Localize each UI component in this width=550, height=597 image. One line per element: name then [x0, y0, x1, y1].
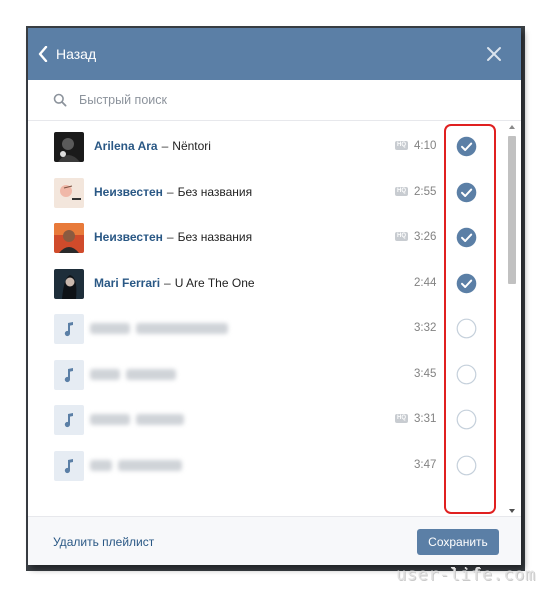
scroll-thumb[interactable] — [508, 136, 516, 284]
search-icon — [53, 93, 67, 107]
track-cover-placeholder[interactable] — [54, 314, 84, 344]
separator-dash: – — [166, 184, 174, 199]
track-cover-placeholder[interactable] — [54, 405, 84, 435]
blurred-artist — [90, 323, 130, 334]
track-title-line: Неизвестен – Без названия — [94, 185, 252, 199]
track-title-line: Arilena Ara – Nëntori — [94, 139, 211, 153]
scrollbar[interactable] — [506, 124, 518, 514]
track-duration: 3:45 — [414, 367, 437, 380]
separator-dash: – — [166, 230, 174, 244]
track-row[interactable]: HQ 3:31 — [28, 397, 503, 442]
search-input[interactable] — [77, 92, 481, 108]
dialog-header: Назад — [28, 28, 521, 80]
track-duration: 4:10 — [414, 140, 437, 152]
blurred-title — [136, 414, 184, 425]
track-name: Без названия — [177, 230, 253, 244]
unchecked-checkbox-icon[interactable] — [456, 409, 477, 430]
blurred-artist — [90, 459, 112, 471]
track-name: U Are The One — [174, 275, 255, 290]
unchecked-checkbox-icon[interactable] — [456, 318, 477, 339]
checked-checkbox-icon[interactable] — [456, 136, 477, 157]
hq-badge: HQ — [395, 414, 408, 423]
track-row[interactable]: Mari Ferrari – U Are The One 2:44 — [28, 261, 503, 306]
unchecked-checkbox-icon[interactable] — [456, 455, 477, 476]
track-row[interactable]: Неизвестен – Без названия HQ 2:55 — [28, 170, 503, 215]
track-list: Arilena Ara – Nëntori HQ 4:10 Неизвестен – Без … — [28, 124, 503, 514]
music-note-icon — [64, 322, 73, 337]
track-row[interactable]: 3:47 — [28, 443, 503, 488]
music-note-icon — [64, 458, 73, 473]
track-row[interactable]: 3:32 — [28, 306, 503, 351]
track-row[interactable]: Неизвестен – Без названия HQ 3:26 — [28, 215, 503, 260]
blurred-title — [126, 368, 176, 380]
track-duration: 3:32 — [414, 322, 437, 334]
track-cover[interactable] — [54, 132, 84, 162]
music-note-icon — [64, 367, 73, 382]
blurred-title — [136, 323, 228, 334]
track-name: Nëntori — [172, 139, 211, 153]
close-icon[interactable] — [485, 45, 503, 63]
track-artist[interactable]: Неизвестен — [94, 230, 163, 244]
scroll-down-arrow-icon[interactable] — [509, 508, 515, 514]
track-artist[interactable]: Mari Ferrari — [94, 276, 160, 290]
search-bar — [28, 80, 521, 121]
watermark: user-life.com — [396, 565, 536, 585]
hq-badge: HQ — [395, 141, 408, 150]
track-duration: 3:47 — [414, 458, 437, 471]
checked-checkbox-icon[interactable] — [456, 273, 477, 294]
dialog-footer: Удалить плейлист Сохранить — [28, 516, 521, 565]
unchecked-checkbox-icon[interactable] — [456, 364, 477, 385]
chevron-left-icon — [38, 46, 48, 62]
track-row[interactable]: 3:45 — [28, 352, 503, 397]
track-cover-placeholder[interactable] — [54, 359, 84, 390]
back-button[interactable]: Назад — [38, 42, 96, 66]
separator-dash: – — [164, 275, 171, 290]
playlist-edit-dialog: Назад Arilena Ara–NëntoriHQ4:10Неизвесте… — [28, 28, 521, 565]
track-duration: 2:44 — [414, 276, 437, 289]
track-row[interactable]: Arilena Ara – Nëntori HQ 4:10 — [28, 124, 503, 169]
hq-badge: HQ — [395, 232, 408, 241]
blurred-artist — [90, 414, 130, 425]
track-title-line: Mari Ferrari – U Are The One — [94, 276, 255, 290]
track-title-line: Неизвестен – Без названия — [94, 230, 252, 244]
separator-dash: – — [161, 139, 169, 153]
track-artist[interactable]: Неизвестен — [94, 185, 163, 199]
track-name: Без названия — [177, 184, 253, 199]
track-cover-placeholder[interactable] — [54, 450, 84, 481]
back-label: Назад — [56, 46, 97, 62]
track-cover[interactable] — [54, 177, 84, 208]
blurred-title — [118, 459, 182, 471]
checked-checkbox-icon[interactable] — [456, 182, 477, 203]
save-button[interactable]: Сохранить — [417, 529, 499, 555]
track-cover[interactable] — [54, 268, 84, 299]
blurred-artist — [90, 368, 120, 380]
track-artist[interactable]: Arilena Ara — [94, 139, 158, 153]
track-duration: 2:55 — [414, 185, 437, 198]
screenshot: Назад Arilena Ara–NëntoriHQ4:10Неизвесте… — [0, 0, 550, 597]
track-duration: 3:31 — [414, 413, 437, 425]
scroll-up-arrow-icon[interactable] — [509, 124, 515, 130]
hq-badge: HQ — [395, 186, 408, 196]
music-note-icon — [64, 413, 73, 428]
delete-playlist-link[interactable]: Удалить плейлист — [53, 535, 154, 549]
checked-checkbox-icon[interactable] — [456, 227, 477, 248]
track-cover[interactable] — [54, 223, 84, 253]
track-duration: 3:26 — [414, 231, 437, 243]
